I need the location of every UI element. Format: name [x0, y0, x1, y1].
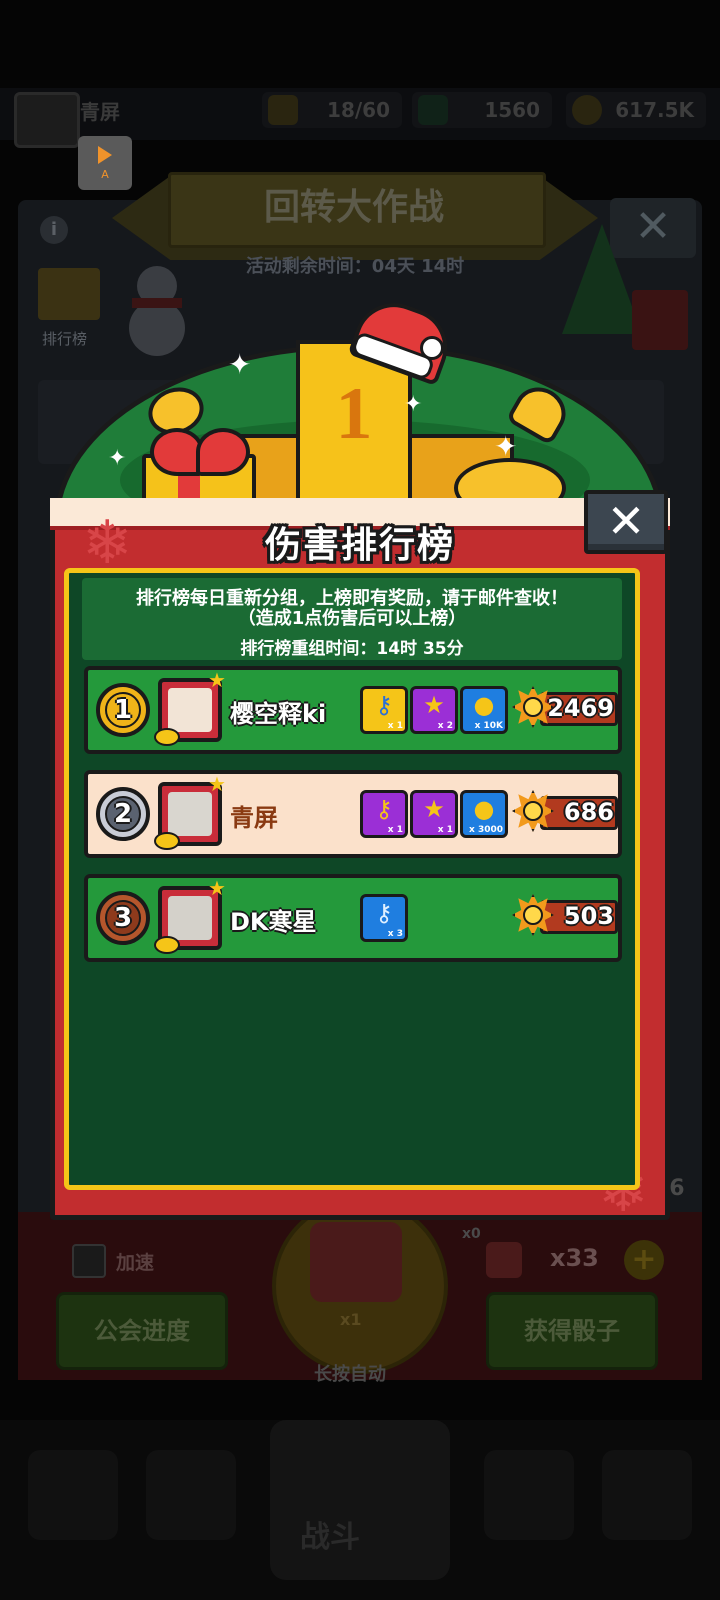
player-name: 樱空释ki: [230, 700, 327, 728]
damage-score: 2469: [547, 694, 614, 722]
gift-bow-right: [196, 428, 250, 476]
sparkle-icon: ✦: [404, 392, 423, 417]
energy-icon: [268, 95, 298, 125]
snowman-icon: [129, 266, 185, 356]
coin-value: 617.5K: [615, 98, 694, 122]
gem-counter: 1560: [412, 92, 552, 128]
star-icon: ★: [208, 772, 226, 796]
rank-number: 3: [105, 900, 141, 936]
event-timer: 活动剩余时间：04天 14时: [245, 256, 465, 277]
speed-checkbox[interactable]: [72, 1244, 106, 1278]
damage-score: 686: [563, 798, 614, 826]
gift-icon: [632, 290, 688, 350]
rank-medal-bronze: 3: [96, 891, 150, 945]
info-icon[interactable]: i: [40, 216, 68, 244]
nav-item-battle[interactable]: [270, 1420, 450, 1580]
modal-close-button[interactable]: ✕: [584, 490, 668, 554]
leaderboard-label[interactable]: 排行榜: [42, 328, 87, 349]
sparkle-icon: ✦: [228, 348, 252, 381]
cat-character-icon: [168, 896, 212, 940]
nav-item-guild[interactable]: [484, 1450, 574, 1540]
sparkle-icon: ✦: [494, 430, 518, 463]
reward-key-icon: ⚷ x 1: [360, 686, 408, 734]
replay-button[interactable]: A: [78, 136, 132, 190]
long-press-auto-label: 长按自动: [314, 1364, 386, 1385]
energy-counter: 18/60: [262, 92, 402, 128]
player-name: 青屏: [80, 100, 120, 124]
reward-coin-icon: ● x 10K: [460, 686, 508, 734]
rank-medal-gold: 1: [96, 683, 150, 737]
guild-progress-button[interactable]: 公会进度: [56, 1292, 228, 1370]
christmas-tree-icon: [562, 224, 642, 334]
rank-number: 2: [105, 796, 141, 832]
reward-key-icon: ⚷ x 1: [360, 790, 408, 838]
santa-hat-pompom: [420, 336, 444, 360]
reward-ticket-icon: ★ x 2: [410, 686, 458, 734]
reward-ticket-icon: ★ x 1: [410, 790, 458, 838]
speed-label: 加速: [116, 1252, 155, 1274]
add-dice-button[interactable]: +: [624, 1240, 664, 1280]
reward-coin-icon: ● x 3000: [460, 790, 508, 838]
modal-title: 伤害排行榜: [264, 525, 455, 566]
dice-count: x33: [550, 1244, 599, 1272]
nav-battle-label: 战斗: [300, 1520, 360, 1555]
coin-stack-icon: [154, 728, 180, 746]
nav-item-events[interactable]: [602, 1450, 692, 1540]
podium-number: 1: [335, 373, 373, 455]
extra-count: x0: [462, 1226, 481, 1242]
cat-character-icon: [168, 792, 212, 836]
coin-stack-icon: [154, 936, 180, 954]
red-hair-character-icon: [168, 688, 212, 732]
dice-count-icon: [486, 1242, 522, 1278]
coin-stack-icon: [154, 832, 180, 850]
gem-icon: [418, 95, 448, 125]
player-name: 青屏: [230, 804, 278, 832]
player-name: DK寒星: [230, 908, 317, 936]
rank-medal-silver: 2: [96, 787, 150, 841]
roll-multiplier: x1: [340, 1310, 362, 1329]
leaderboard-trophy-icon[interactable]: [38, 268, 100, 320]
replay-label: A: [101, 168, 109, 181]
rank-number: 1: [105, 692, 141, 728]
close-icon: ✕: [606, 494, 646, 548]
reward-key-icon: ⚷ x 3: [360, 894, 408, 942]
star-icon: ★: [208, 668, 226, 692]
play-icon: [98, 146, 112, 164]
event-title: 回转大作战: [263, 187, 444, 228]
player-avatar: [14, 92, 80, 148]
big-dice-icon: [310, 1222, 402, 1302]
nav-item-heroes[interactable]: [146, 1450, 236, 1540]
nav-item-shop[interactable]: [28, 1450, 118, 1540]
sparkle-icon: ✦: [108, 446, 127, 471]
reset-time: 排行榜重组时间：14时 35分: [240, 639, 464, 659]
coin-icon: [572, 95, 602, 125]
coin-counter: 617.5K: [566, 92, 706, 128]
notice-line-2: （造成1点伤害后可以上榜）: [237, 608, 467, 629]
energy-value: 18/60: [327, 98, 390, 122]
damage-score: 503: [563, 902, 614, 930]
star-icon: ★: [208, 876, 226, 900]
get-dice-button[interactable]: 获得骰子: [486, 1292, 658, 1370]
gem-value: 1560: [484, 98, 540, 122]
